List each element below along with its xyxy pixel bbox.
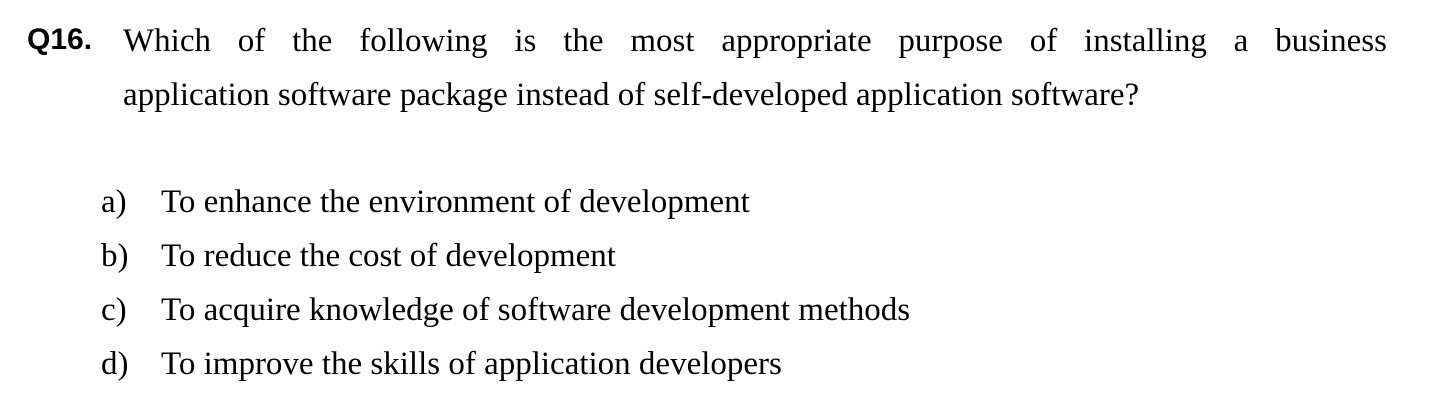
option-letter: d) — [101, 346, 129, 382]
option-b: b) To reduce the cost of development — [101, 229, 910, 283]
option-a: a) To enhance the environment of develop… — [101, 175, 910, 229]
answer-options: a) To enhance the environment of develop… — [101, 175, 910, 391]
option-text: To acquire knowledge of software develop… — [161, 292, 911, 328]
option-letter: a) — [101, 184, 127, 220]
option-letter: b) — [101, 238, 129, 274]
option-c: c) To acquire knowledge of software deve… — [101, 283, 910, 337]
question-text-line-2: application software package instead of … — [123, 77, 1140, 113]
question-number: Q16. — [27, 23, 93, 56]
question-text: Which of the following is the most appro… — [123, 14, 1387, 122]
option-text: To reduce the cost of development — [161, 238, 616, 274]
option-text: To enhance the environment of developmen… — [161, 184, 750, 220]
question-block: Q16. Which of the following is the most … — [27, 14, 1387, 122]
question-text-line-1: Which of the following is the most appro… — [123, 23, 1387, 59]
option-letter: c) — [101, 292, 127, 328]
option-d: d) To improve the skills of application … — [101, 337, 910, 391]
option-text: To improve the skills of application dev… — [161, 346, 782, 382]
